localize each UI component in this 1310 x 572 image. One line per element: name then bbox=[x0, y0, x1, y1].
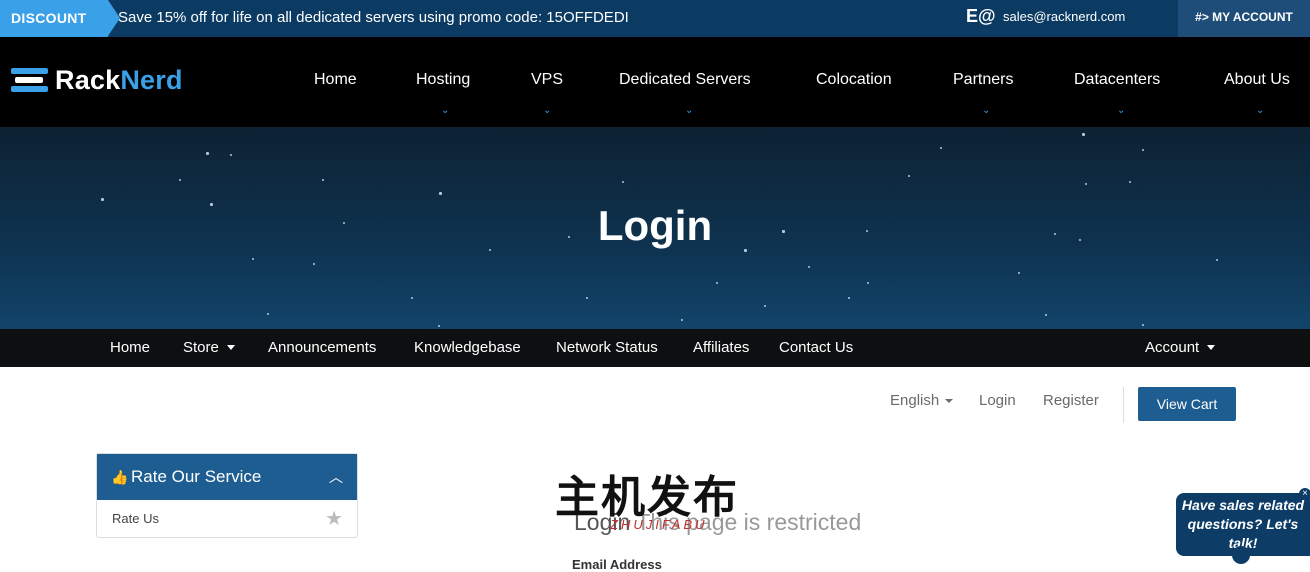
caret-down-icon bbox=[226, 345, 235, 350]
sales-email-link[interactable]: sales@racknerd.com bbox=[1003, 0, 1125, 34]
nav-colocation[interactable]: Colocation bbox=[816, 71, 892, 89]
nav-home[interactable]: Home bbox=[314, 71, 357, 89]
subnav-contact-us[interactable]: Contact Us bbox=[779, 339, 853, 356]
divider bbox=[1123, 387, 1124, 423]
chevron-up-icon[interactable]: ︿ bbox=[329, 454, 343, 500]
register-link[interactable]: Register bbox=[1043, 392, 1099, 409]
caret-down-icon bbox=[945, 399, 954, 403]
nav-about-us[interactable]: About Us bbox=[1224, 71, 1290, 89]
logo-text-nerd: Nerd bbox=[120, 64, 183, 95]
subnav-account[interactable]: Account bbox=[1145, 339, 1216, 356]
subnav-home[interactable]: Home bbox=[110, 339, 150, 356]
panel-title: Rate Our Service bbox=[131, 467, 262, 486]
chevron-down-icon[interactable]: ⌄ bbox=[1117, 105, 1125, 116]
view-cart-button[interactable]: View Cart bbox=[1138, 387, 1236, 421]
racknerd-logo[interactable]: RackNerd bbox=[11, 65, 183, 95]
nav-datacenters[interactable]: Datacenters bbox=[1074, 71, 1160, 89]
rate-us-item[interactable]: Rate Us ★ bbox=[97, 500, 357, 538]
language-selector[interactable]: English bbox=[890, 392, 954, 409]
chevron-down-icon[interactable]: ⌄ bbox=[543, 105, 551, 116]
subnav-affiliates[interactable]: Affiliates bbox=[693, 339, 749, 356]
watermark-en: ZHUJIFABU bbox=[610, 517, 708, 532]
nav-partners[interactable]: Partners bbox=[953, 71, 1013, 89]
login-link[interactable]: Login bbox=[979, 392, 1016, 409]
panel-header[interactable]: 👍 Rate Our Service ︿ bbox=[97, 454, 357, 500]
email-icon: E@ bbox=[966, 6, 996, 26]
subnav-network-status[interactable]: Network Status bbox=[556, 339, 658, 356]
promo-text: Save 15% off for life on all dedicated s… bbox=[118, 9, 629, 26]
logo-text-rack: Rack bbox=[55, 64, 121, 95]
chevron-down-icon[interactable]: ⌄ bbox=[982, 105, 990, 116]
star-icon: ★ bbox=[325, 508, 343, 530]
nav-vps[interactable]: VPS bbox=[531, 71, 563, 89]
rate-service-panel: 👍 Rate Our Service ︿ Rate Us ★ bbox=[96, 453, 358, 538]
caret-down-icon bbox=[1207, 345, 1216, 350]
logo-mark-icon bbox=[11, 68, 48, 92]
main-nav: RackNerd Home Hosting ⌄ VPS ⌄ Dedicated … bbox=[0, 37, 1310, 127]
subnav-announcements[interactable]: Announcements bbox=[268, 339, 376, 356]
secondary-nav: Home Store Announcements Knowledgebase N… bbox=[0, 329, 1310, 367]
nav-dedicated-servers[interactable]: Dedicated Servers bbox=[619, 71, 751, 89]
subnav-knowledgebase[interactable]: Knowledgebase bbox=[414, 339, 521, 356]
nav-hosting[interactable]: Hosting bbox=[416, 71, 470, 89]
promo-bar: DISCOUNT Save 15% off for life on all de… bbox=[0, 0, 1310, 37]
my-account-button[interactable]: #> MY ACCOUNT bbox=[1178, 0, 1310, 37]
thumbs-up-icon: 👍 bbox=[111, 469, 129, 485]
close-icon[interactable]: × bbox=[1299, 488, 1310, 500]
chevron-down-icon[interactable]: ⌄ bbox=[685, 105, 693, 116]
page-title: Login bbox=[597, 202, 713, 249]
watermark: 主机发布 ZHUJIFABU bbox=[555, 470, 760, 540]
hero-banner: Login bbox=[0, 127, 1310, 329]
subnav-store[interactable]: Store bbox=[183, 339, 235, 356]
chat-avatar-icon[interactable] bbox=[1232, 546, 1250, 564]
discount-badge: DISCOUNT bbox=[0, 0, 120, 37]
chevron-down-icon[interactable]: ⌄ bbox=[441, 105, 449, 116]
chevron-down-icon[interactable]: ⌄ bbox=[1256, 105, 1264, 116]
